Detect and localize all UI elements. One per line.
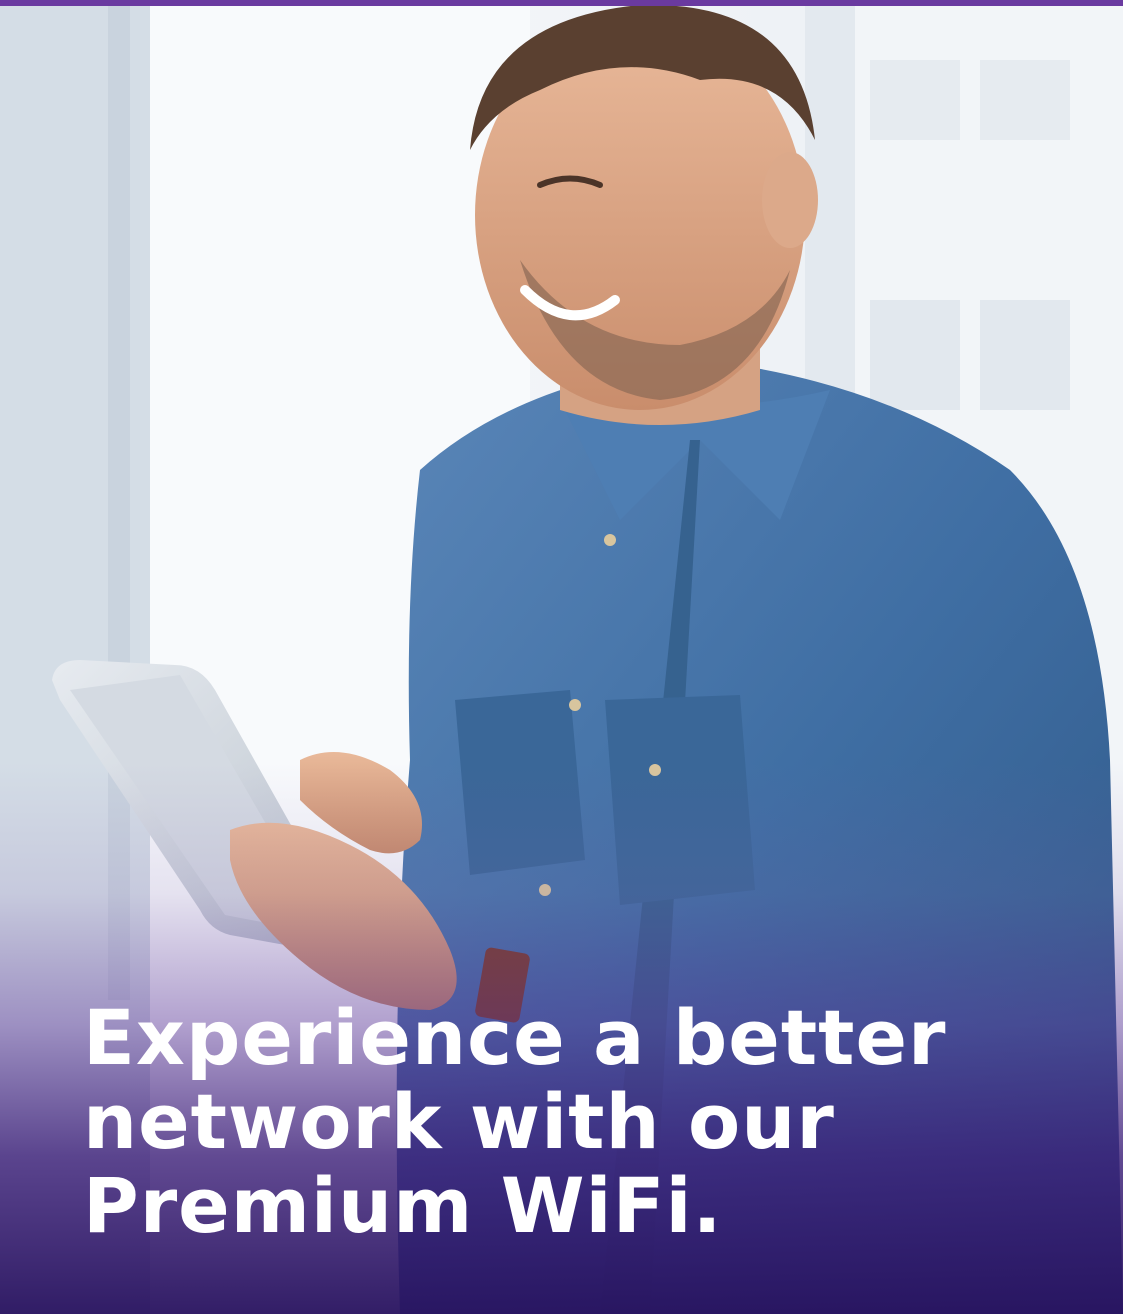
headline-line-3: Premium WiFi.: [83, 1161, 723, 1250]
headline-line-1: Experience a better: [83, 993, 947, 1082]
headline-line-2: network with our: [83, 1077, 835, 1166]
promo-banner: Experience a better network with our Pre…: [0, 0, 1123, 1314]
headline: Experience a better network with our Pre…: [83, 996, 1043, 1248]
brand-accent-strip: [0, 0, 1123, 6]
